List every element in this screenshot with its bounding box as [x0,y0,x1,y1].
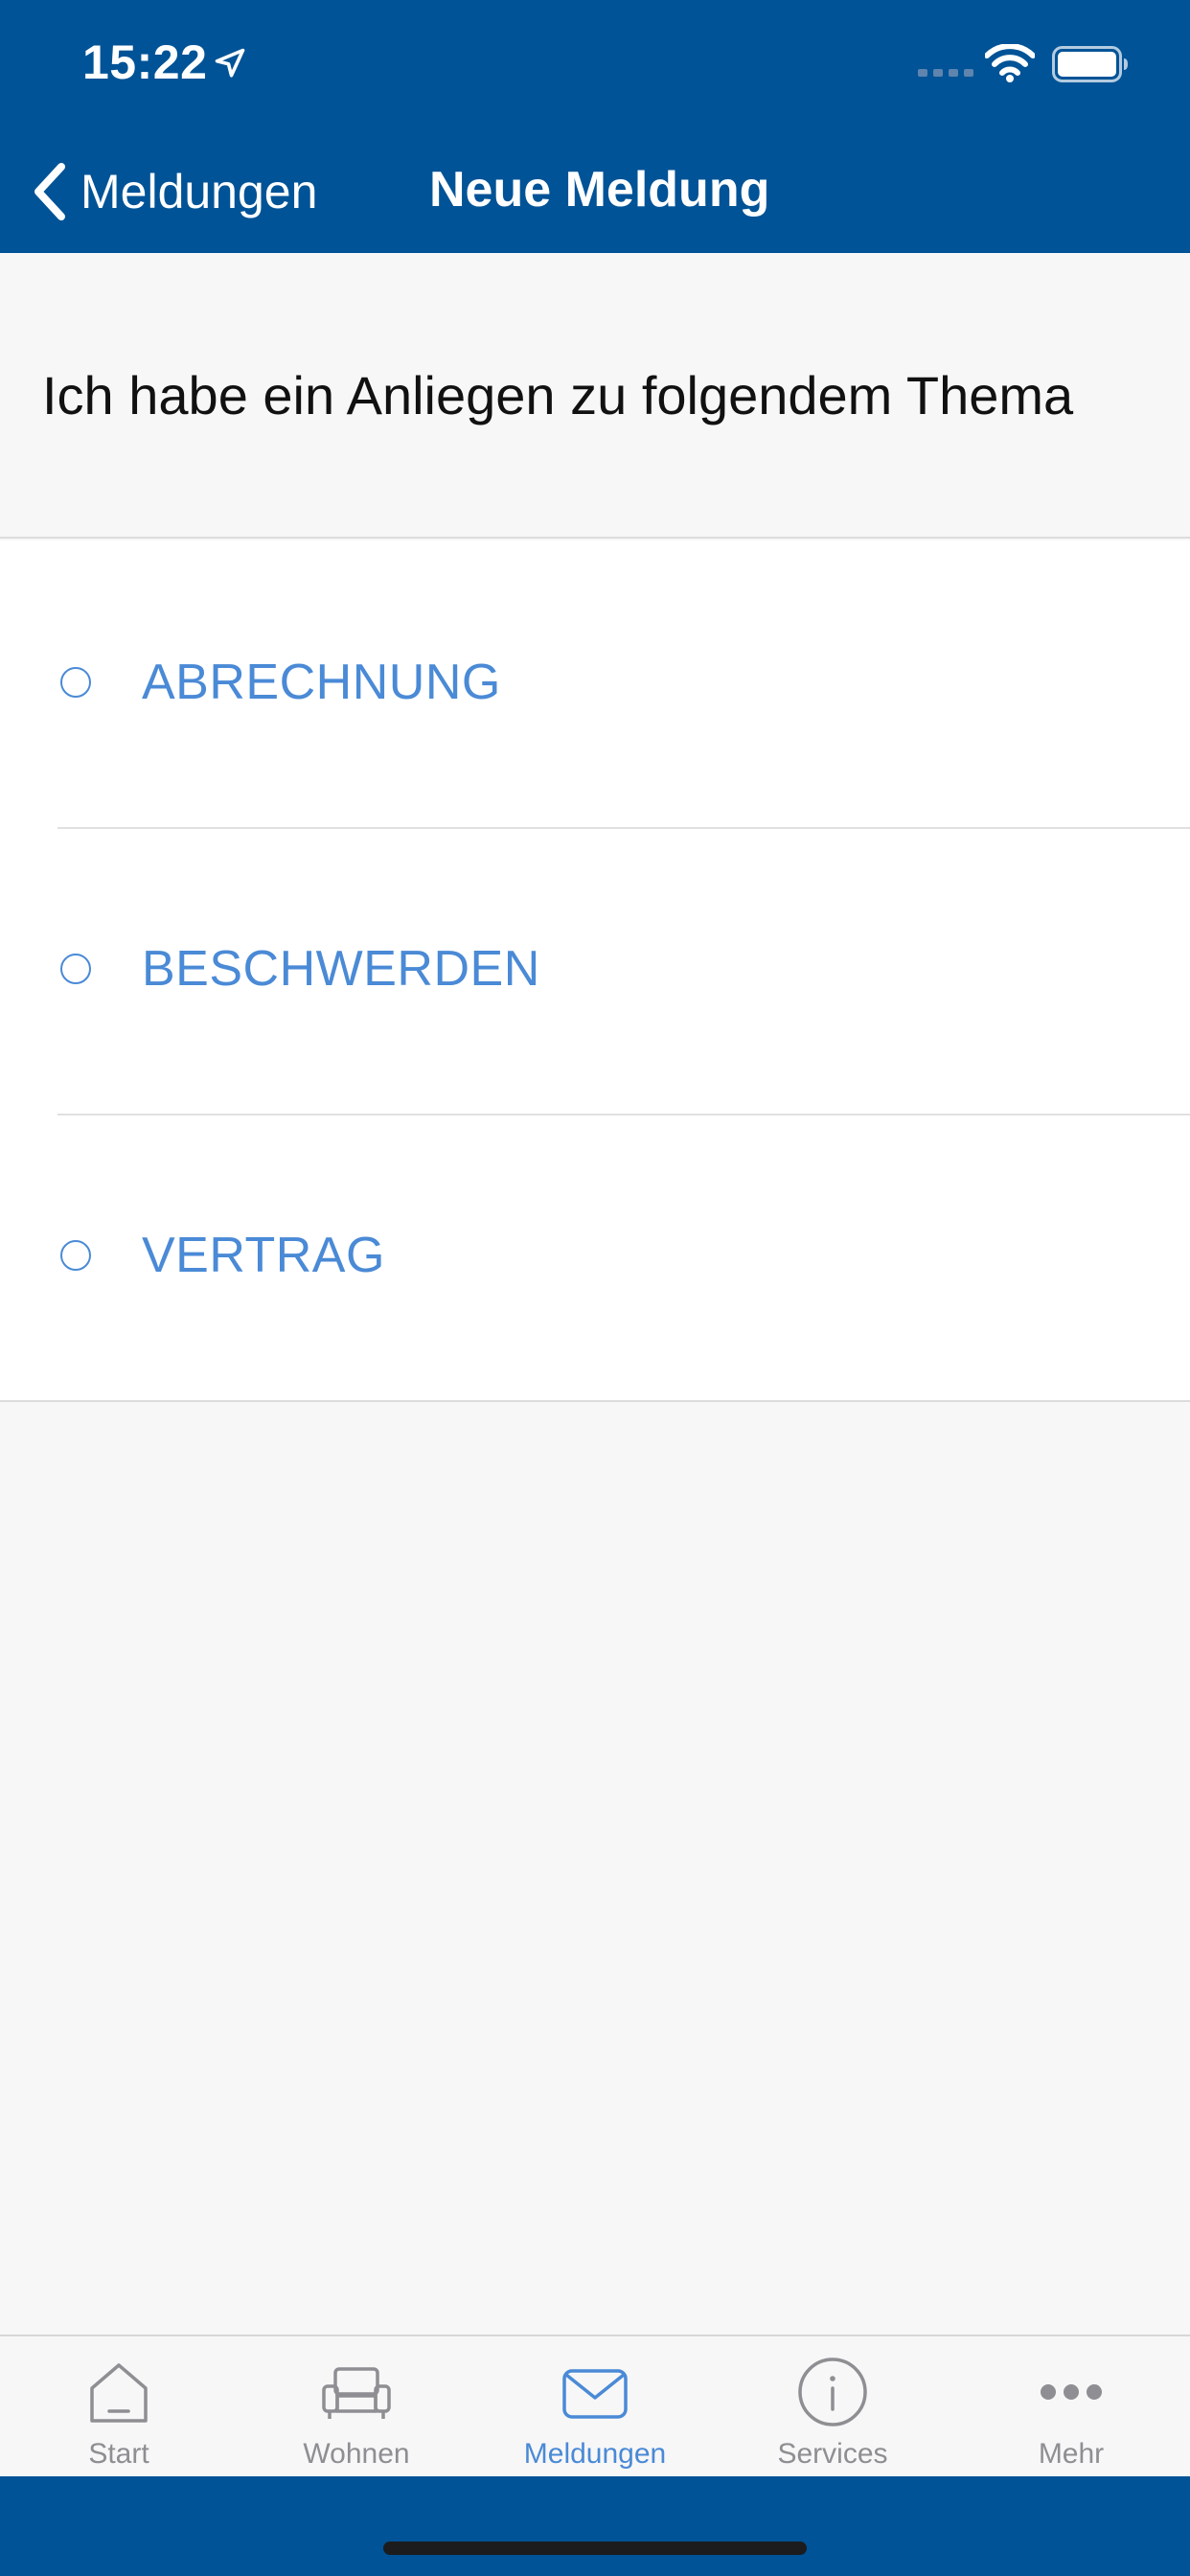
back-button[interactable]: Meldungen [29,153,317,230]
radio-button[interactable] [60,667,91,698]
option-label: VERTRAG [142,1228,385,1283]
option-vertrag[interactable]: VERTRAG [0,1114,1190,1400]
more-dots-icon [1041,2384,1102,2400]
info-icon [798,2358,867,2426]
tab-bar: Start Wohnen Meldungen Services Mehr [0,2334,1190,2476]
tab-wohnen[interactable]: Wohnen [238,2336,475,2478]
chevron-left-icon [34,163,65,220]
radio-button[interactable] [60,1240,91,1271]
tab-meldungen[interactable]: Meldungen [476,2336,714,2478]
tab-label: Meldungen [523,2438,667,2470]
tab-label: Wohnen [303,2438,410,2470]
prompt-section: Ich habe ein Anliegen zu folgendem Thema [0,253,1190,539]
home-icon [90,2363,148,2423]
page-title: Neue Meldung [429,162,770,218]
option-beschwerden[interactable]: BESCHWERDEN [0,827,1190,1114]
battery-icon [1052,46,1128,82]
home-indicator-area [0,2476,1190,2576]
option-label: ABRECHNUNG [142,655,501,710]
status-time: 15:22 [82,35,208,89]
tab-label: Start [88,2438,149,2470]
topic-options-list: ABRECHNUNG BESCHWERDEN VERTRAG [0,540,1190,1402]
tab-label: Services [777,2438,888,2470]
tab-services[interactable]: Services [714,2336,951,2478]
app-screen: 15:22 Meldungen Neue Meldung Ich habe ei… [0,0,1190,2576]
home-indicator[interactable] [383,2542,807,2555]
header: 15:22 Meldungen Neue Meldung [0,0,1190,253]
prompt-text: Ich habe ein Anliegen zu folgendem Thema [42,365,1074,426]
tab-label: Mehr [1038,2438,1105,2470]
tab-mehr[interactable]: Mehr [952,2336,1190,2478]
tab-start[interactable]: Start [0,2336,238,2478]
wifi-icon [985,44,1035,82]
option-abrechnung[interactable]: ABRECHNUNG [0,540,1190,827]
option-label: BESCHWERDEN [142,941,540,997]
envelope-icon [562,2369,628,2419]
back-button-label: Meldungen [80,165,318,218]
radio-button[interactable] [60,954,91,984]
cellular-signal-icon [918,69,973,77]
location-arrow-icon [215,48,245,78]
sofa-icon [322,2367,391,2419]
